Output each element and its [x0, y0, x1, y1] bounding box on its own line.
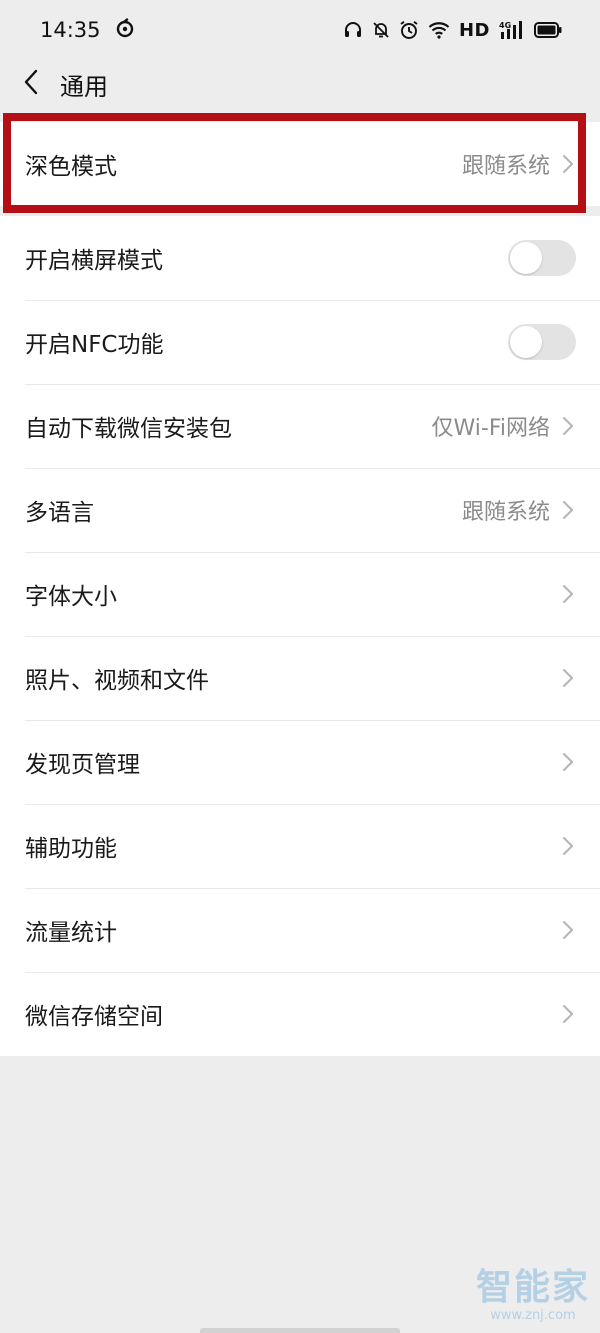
language-row[interactable]: 多语言 跟随系统: [0, 468, 600, 552]
row-label: 多语言: [25, 500, 94, 526]
chevron-right-icon: [562, 1003, 576, 1025]
svg-text:4G: 4G: [499, 21, 511, 30]
toggle-knob: [510, 326, 542, 358]
accessibility-row[interactable]: 辅助功能: [0, 804, 600, 888]
row-label: 开启NFC功能: [25, 332, 164, 358]
font-size-row[interactable]: 字体大小: [0, 552, 600, 636]
discover-manage-row[interactable]: 发现页管理: [0, 720, 600, 804]
watermark-brand: 智能家: [475, 1267, 590, 1308]
landscape-toggle[interactable]: [508, 240, 576, 276]
row-label: 微信存储空间: [25, 1004, 163, 1030]
auto-download-row[interactable]: 自动下载微信安装包 仅Wi-Fi网络: [0, 384, 600, 468]
row-label: 自动下载微信安装包: [25, 416, 232, 442]
row-label: 开启横屏模式: [25, 248, 163, 274]
row-label: 字体大小: [25, 584, 117, 610]
status-right: HD 4G: [343, 20, 562, 41]
row-label: 流量统计: [25, 920, 117, 946]
chevron-right-icon: [562, 583, 576, 605]
headphones-icon: [343, 21, 363, 39]
bell-muted-icon: [372, 21, 390, 39]
chevron-right-icon: [562, 153, 576, 175]
nfc-toggle[interactable]: [508, 324, 576, 360]
netease-music-icon: [115, 17, 135, 43]
home-indicator[interactable]: [200, 1328, 400, 1333]
data-usage-row[interactable]: 流量统计: [0, 888, 600, 972]
dark-mode-label: 深色模式: [25, 154, 117, 180]
chevron-right-icon: [562, 751, 576, 773]
storage-row[interactable]: 微信存储空间: [0, 972, 600, 1056]
chevron-right-icon: [562, 919, 576, 941]
landscape-mode-row[interactable]: 开启横屏模式: [0, 216, 600, 300]
chevron-right-icon: [562, 499, 576, 521]
row-value: 跟随系统: [461, 500, 550, 525]
row-value: 仅Wi-Fi网络: [431, 416, 551, 441]
row-label: 辅助功能: [25, 836, 117, 862]
cellular-signal-icon: 4G: [499, 20, 525, 40]
nav-bar: 通用: [0, 60, 600, 108]
chevron-left-icon: [23, 69, 39, 99]
watermark: 智能家 www.znj.com: [476, 1258, 590, 1323]
hd-indicator: HD: [458, 19, 490, 41]
back-button[interactable]: [20, 69, 42, 99]
dark-mode-value: 跟随系统: [461, 154, 550, 179]
watermark-url: www.znj.com: [490, 1308, 576, 1323]
status-bar: 14:35 HD 4G: [0, 0, 600, 60]
chevron-right-icon: [562, 415, 576, 437]
dark-mode-row[interactable]: 深色模式 跟随系统: [0, 122, 600, 206]
status-time: 14:35: [40, 18, 101, 42]
chevron-right-icon: [562, 835, 576, 857]
nfc-row[interactable]: 开启NFC功能: [0, 300, 600, 384]
page-title: 通用: [60, 72, 108, 101]
media-files-row[interactable]: 照片、视频和文件: [0, 636, 600, 720]
toggle-knob: [510, 242, 542, 274]
row-label: 发现页管理: [25, 752, 140, 778]
settings-list: 开启横屏模式 开启NFC功能 自动下载微信安装包 仅Wi-Fi网络 多语言 跟随…: [0, 216, 600, 1056]
status-left: 14:35: [40, 17, 135, 43]
battery-icon: [534, 22, 562, 38]
chevron-right-icon: [562, 667, 576, 689]
row-label: 照片、视频和文件: [25, 668, 209, 694]
dark-mode-group: 深色模式 跟随系统: [0, 113, 600, 213]
alarm-icon: [399, 20, 419, 40]
wifi-icon: [428, 21, 450, 39]
